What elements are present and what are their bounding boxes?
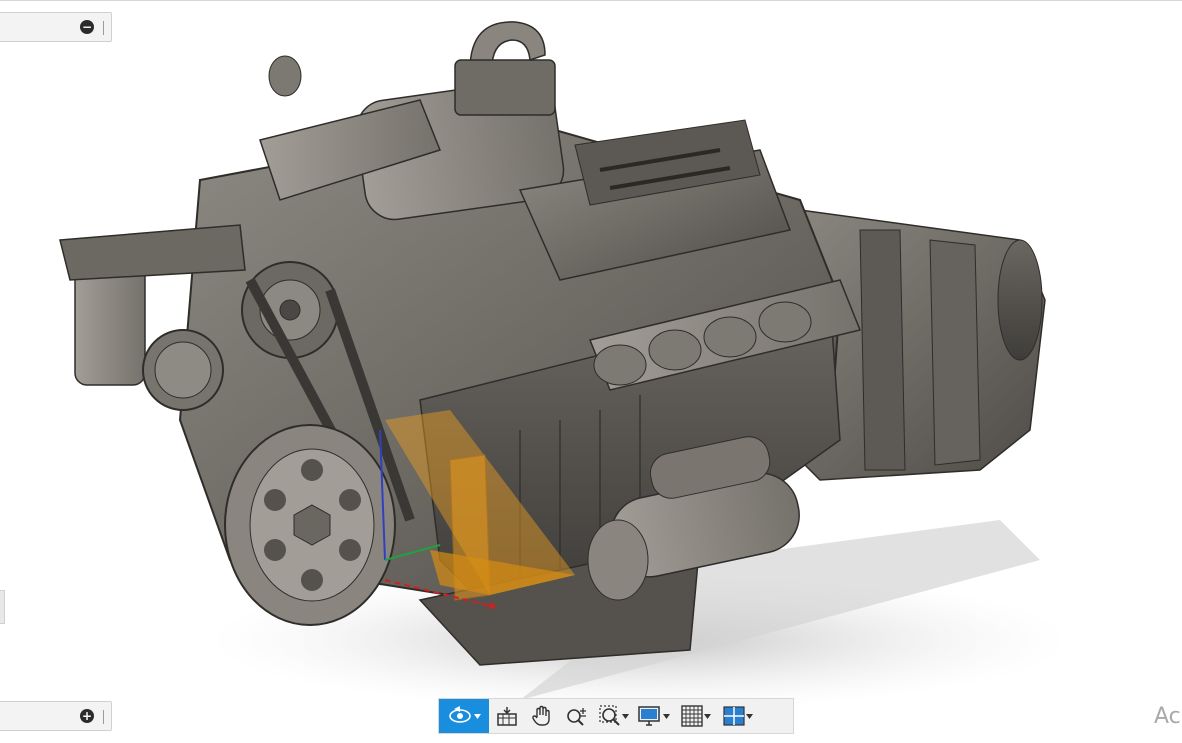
activation-watermark: Ac [1154,704,1181,729]
orbit-icon [448,706,471,723]
pan-hand-icon [532,705,550,726]
zoom-tool-button[interactable] [562,699,592,733]
orbit-tool-button[interactable] [439,699,489,733]
viewports-icon [722,706,745,726]
plus-circle-icon[interactable]: + [80,709,94,723]
zoom-window-icon [598,705,620,726]
chevron-down-icon[interactable] [745,712,753,720]
fit-tool-button[interactable] [595,699,631,733]
browser-panel-tab[interactable]: − [0,12,112,42]
engine-model-render[interactable] [0,0,1182,743]
chevron-down-icon[interactable] [473,712,481,720]
display-settings-button[interactable] [634,699,672,733]
pan-tool-button[interactable] [525,699,559,733]
look-at-tool-button[interactable] [492,699,522,733]
comments-panel-tab[interactable]: + [0,701,112,731]
minus-circle-icon[interactable]: − [80,20,94,34]
canvas-viewport[interactable]: − + Ac [0,0,1182,743]
look-at-icon [497,707,517,726]
grid-icon [680,705,703,727]
chevron-down-icon[interactable] [662,712,670,720]
zoom-icon [567,708,586,726]
side-panel-handle[interactable] [0,590,5,624]
panel-grip[interactable] [103,21,104,35]
chevron-down-icon[interactable] [621,712,629,720]
panel-grip[interactable] [103,710,104,724]
navigation-toolbar [438,698,794,734]
monitor-icon [637,706,660,726]
viewports-button[interactable] [718,699,756,733]
grid-and-snaps-button[interactable] [675,699,715,733]
chevron-down-icon[interactable] [703,712,711,720]
crank-pulley [224,424,396,626]
